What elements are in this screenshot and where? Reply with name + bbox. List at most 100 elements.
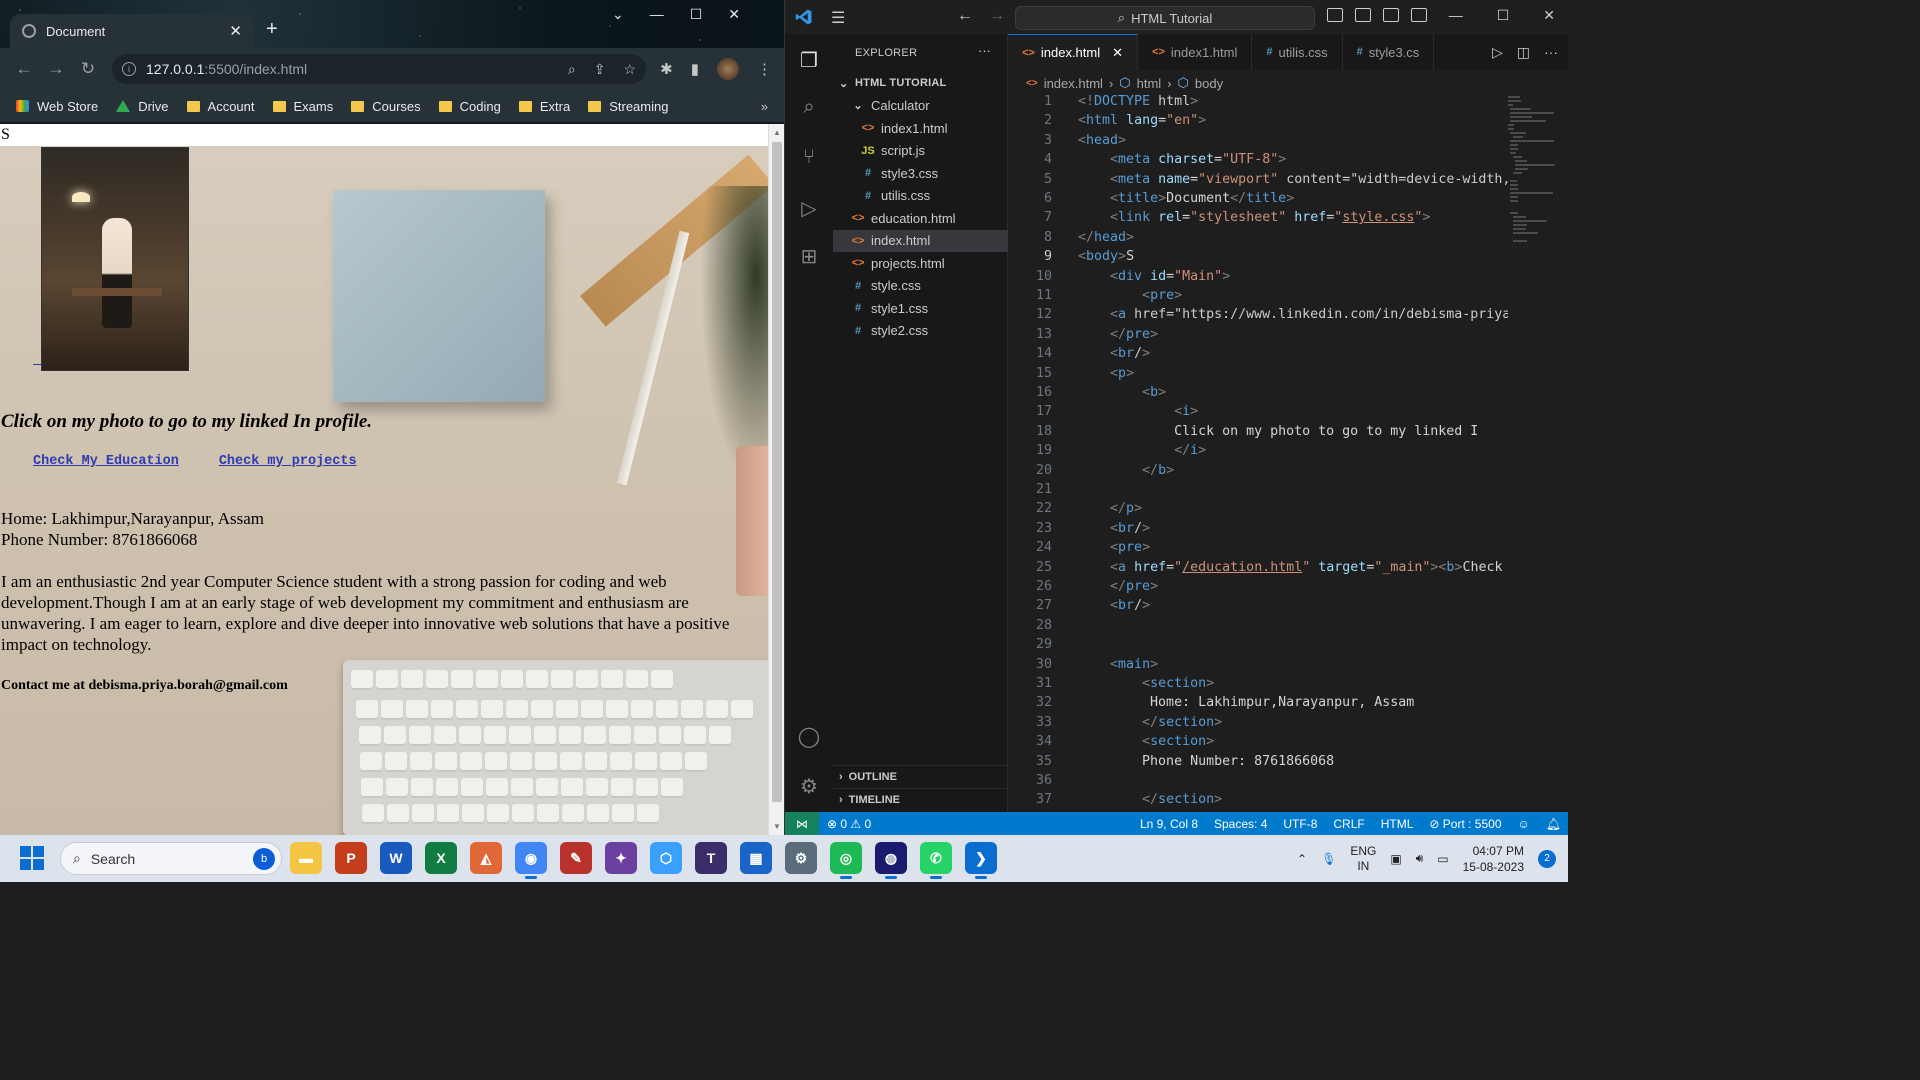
code-line[interactable]: 34 <section>: [1008, 734, 1508, 753]
zoom-icon[interactable]: ⌕: [568, 61, 576, 78]
network-icon[interactable]: ▣: [1390, 852, 1401, 866]
code-line[interactable]: 32 Home: Lakhimpur,Narayanpur, Assam: [1008, 695, 1508, 714]
powerpoint-icon[interactable]: P: [335, 842, 367, 874]
editor-tab[interactable]: <> index.html ✕: [1008, 34, 1139, 70]
breadcrumb-body[interactable]: body: [1195, 76, 1223, 91]
whatsapp-icon[interactable]: ✆: [920, 842, 952, 879]
notification-badge[interactable]: 2: [1538, 849, 1556, 868]
code-line[interactable]: 15 <p>: [1008, 366, 1508, 385]
nav-forward-icon[interactable]: →: [989, 7, 1005, 25]
back-icon[interactable]: ←: [8, 59, 40, 79]
side-panel-icon[interactable]: ▮: [691, 60, 699, 78]
run-icon[interactable]: ▷: [1492, 44, 1503, 61]
outline-section[interactable]: › OUTLINE: [833, 765, 1008, 787]
app-red-icon[interactable]: ✎: [560, 842, 592, 874]
minimap[interactable]: [1508, 94, 1558, 242]
language-indicator[interactable]: ENG IN: [1350, 844, 1376, 874]
code-line[interactable]: 11 <pre>: [1008, 288, 1508, 307]
code-line[interactable]: 33 </section>: [1008, 715, 1508, 734]
code-line[interactable]: 10 <div id="Main">: [1008, 269, 1508, 288]
code-line[interactable]: 22 </p>: [1008, 501, 1508, 520]
end-of-line[interactable]: CRLF: [1325, 817, 1372, 831]
code-line[interactable]: 2 <html lang="en">: [1008, 113, 1508, 132]
toggle-sidebar-icon[interactable]: [1327, 8, 1343, 22]
tree-item[interactable]: <> index.html: [833, 229, 1008, 252]
taskbar-search[interactable]: ⌕ Search b: [60, 842, 282, 875]
tree-item[interactable]: <> education.html: [833, 207, 1008, 230]
manage-gear-icon[interactable]: ⚙: [797, 774, 821, 798]
code-line[interactable]: 20 </b>: [1008, 463, 1508, 482]
code-line[interactable]: 23 <br/>: [1008, 521, 1508, 540]
code-line[interactable]: 30 <main>: [1008, 657, 1508, 676]
timeline-section[interactable]: › TIMELINE: [833, 788, 1008, 810]
matlab-icon[interactable]: ◭: [470, 842, 502, 874]
education-link[interactable]: Check My Education: [33, 454, 179, 469]
zoom-icon[interactable]: ◍: [875, 842, 907, 879]
code-line[interactable]: 18 Click on my photo to go to my linked …: [1008, 424, 1508, 443]
projects-link[interactable]: Check my projects: [219, 454, 357, 469]
tree-item[interactable]: ⌄ Calculator: [833, 95, 1008, 118]
vs-minimize-button[interactable]: —: [1449, 7, 1463, 24]
extensions-view-icon[interactable]: ⊞: [797, 244, 821, 268]
code-line[interactable]: 25 <a href="/education.html" target="_ma…: [1008, 560, 1508, 579]
app-color-icon[interactable]: ✦: [605, 842, 637, 874]
toggle-secondary-sidebar-icon[interactable]: [1383, 8, 1399, 22]
settings-icon[interactable]: ⚙: [785, 842, 817, 874]
code-line[interactable]: 12 <a href="https://www.linkedin.com/in/…: [1008, 307, 1508, 326]
source-control-icon[interactable]: ⑂: [797, 146, 821, 170]
clock[interactable]: 04:07 PM 15-08-2023: [1463, 843, 1524, 875]
excel-icon[interactable]: X: [425, 842, 457, 874]
new-tab-button[interactable]: +: [266, 18, 278, 41]
page-scrollbar[interactable]: ▲ ▼: [768, 124, 784, 835]
tree-item[interactable]: # style1.css: [833, 297, 1008, 320]
bookmark-extra[interactable]: Extra: [518, 99, 570, 114]
code-line[interactable]: 24 <pre>: [1008, 540, 1508, 559]
editor-tab[interactable]: # style3.cs: [1343, 34, 1435, 70]
code-line[interactable]: 7 <link rel="stylesheet" href="style.css…: [1008, 210, 1508, 229]
indentation[interactable]: Spaces: 4: [1206, 817, 1275, 831]
problems-indicator[interactable]: ⊗ 0 ⚠ 0: [819, 817, 879, 831]
bookmark-drive[interactable]: Drive: [116, 99, 169, 114]
tree-item[interactable]: JS script.js: [833, 140, 1008, 163]
tree-item[interactable]: # style2.css: [833, 320, 1008, 343]
code-editor[interactable]: 1 <!DOCTYPE html> 2 <html lang="en"> 3 <head>…: [1008, 94, 1508, 812]
customize-layout-icon[interactable]: [1411, 8, 1427, 22]
code-line[interactable]: 21: [1008, 482, 1508, 501]
tree-item[interactable]: # utilis.css: [833, 185, 1008, 208]
close-tab-icon[interactable]: ✕: [1112, 45, 1123, 61]
feedback-icon[interactable]: ☺: [1510, 817, 1538, 831]
search-view-icon[interactable]: ⌕: [797, 96, 821, 120]
code-line[interactable]: 19 </i>: [1008, 443, 1508, 462]
tex-icon[interactable]: T: [695, 842, 727, 874]
accounts-icon[interactable]: ◯: [797, 724, 821, 748]
chevron-up-icon[interactable]: ⌃: [1297, 852, 1307, 866]
browser-tab[interactable]: Document ✕: [10, 14, 254, 48]
bookmark-coding[interactable]: Coding: [438, 99, 501, 114]
vscode-icon[interactable]: ❯: [965, 842, 997, 879]
code-line[interactable]: 37 </section>: [1008, 792, 1508, 811]
code-line[interactable]: 6 <title>Document</title>: [1008, 191, 1508, 210]
hamburger-menu-icon[interactable]: ☰: [831, 8, 845, 28]
code-line[interactable]: 17 <i>: [1008, 404, 1508, 423]
command-center[interactable]: ⌕ HTML Tutorial: [1015, 6, 1315, 30]
explorer-more-icon[interactable]: ···: [978, 43, 991, 58]
code-line[interactable]: 3 <head>: [1008, 133, 1508, 152]
editor-tab[interactable]: <> index1.html: [1138, 34, 1253, 70]
bookmark-account[interactable]: Account: [186, 99, 255, 114]
language-mode[interactable]: HTML: [1373, 817, 1422, 831]
extensions-icon[interactable]: ✱: [660, 60, 673, 78]
breadcrumb-html[interactable]: html: [1137, 76, 1162, 91]
code-line[interactable]: 1 <!DOCTYPE html>: [1008, 94, 1508, 113]
tree-item[interactable]: # style3.css: [833, 162, 1008, 185]
address-bar[interactable]: i 127.0.0.1:5500/index.html ⌕ ⇪ ☆: [112, 54, 646, 84]
volume-icon[interactable]: 🔊︎: [1416, 851, 1424, 866]
tree-item[interactable]: <> index1.html: [833, 117, 1008, 140]
bookmark-exams[interactable]: Exams: [272, 99, 333, 114]
battery-icon[interactable]: ▭: [1437, 852, 1448, 866]
profile-photo-link[interactable]: [41, 147, 189, 371]
code-line[interactable]: 29: [1008, 637, 1508, 656]
app-hex-icon[interactable]: ⬡: [650, 842, 682, 874]
tab-search-icon[interactable]: ⌄: [612, 6, 624, 23]
forward-icon[interactable]: →: [40, 59, 72, 79]
tree-item[interactable]: <> projects.html: [833, 252, 1008, 275]
